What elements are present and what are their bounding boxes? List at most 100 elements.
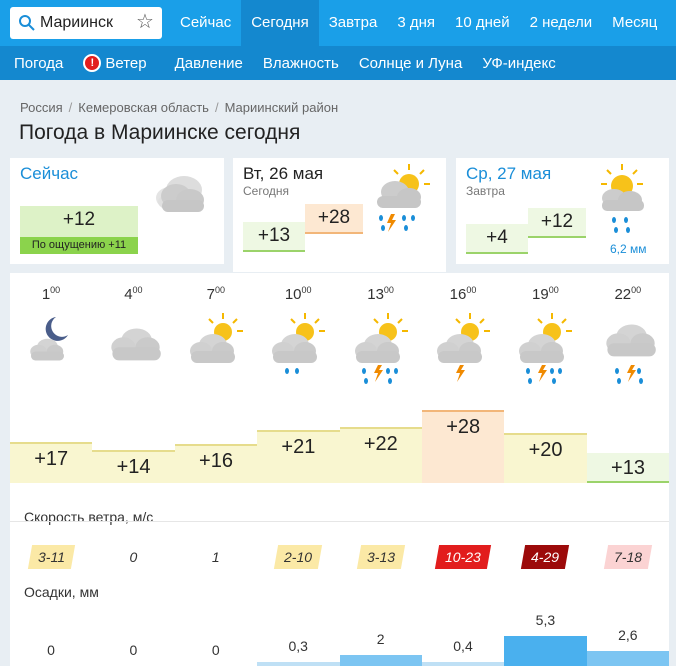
tab-2-weeks[interactable]: 2 недели xyxy=(520,0,603,46)
wind-value: 0 xyxy=(129,549,138,565)
today-high: +28 xyxy=(305,204,363,234)
hour-label: 2200 xyxy=(587,285,669,303)
hour-minutes: 00 xyxy=(50,285,61,295)
warning-icon: ! xyxy=(83,54,102,72)
precip-value: 0 xyxy=(211,642,220,658)
sun-cloud-lightning-icon xyxy=(437,313,490,382)
now-temp: +12 xyxy=(62,209,96,230)
hour-temp: +13 xyxy=(586,453,670,483)
subnav-sun-moon[interactable]: Солнце и Луна xyxy=(359,55,463,72)
subnav-wind[interactable]: ! Ветер xyxy=(83,54,147,72)
wind-badge: 3-13 xyxy=(356,545,405,569)
top-bar: ☆ Сейчас Сегодня Завтра 3 дня 10 дней 2 … xyxy=(0,0,676,46)
precip-bar xyxy=(422,662,505,666)
sun-cloud-storm-icon xyxy=(354,313,408,384)
hour-value: 13 xyxy=(367,286,384,303)
hour-value: 4 xyxy=(124,286,133,303)
hour-minutes: 00 xyxy=(214,285,225,295)
wind-badge: 10-23 xyxy=(434,545,492,569)
precip-bar xyxy=(257,662,340,666)
precip-value: 2 xyxy=(376,630,385,647)
wind-badge: 4-29 xyxy=(521,545,570,569)
hour-label: 1000 xyxy=(257,285,339,303)
hour-temp: +14 xyxy=(92,450,175,483)
hour-value: 10 xyxy=(284,286,302,303)
hour-label: 700 xyxy=(175,285,257,303)
page-title: Погода в Мариинске сегодня xyxy=(19,121,301,144)
hour-temp: +21 xyxy=(257,430,340,483)
sub-navigation: Погода ! Ветер Давление Влажность Солнце … xyxy=(0,46,676,80)
tab-month[interactable]: Месяц xyxy=(602,0,667,46)
hour-label: 100 xyxy=(10,285,92,303)
breadcrumb-region[interactable]: Кемеровская область xyxy=(78,100,209,115)
cloud-storm-icon xyxy=(606,324,656,384)
feels-like: По ощущению +11 xyxy=(20,237,138,254)
subnav-weather[interactable]: Погода xyxy=(14,55,63,72)
subnav-weather-label: Погода xyxy=(14,54,64,72)
precip-label: Осадки, мм xyxy=(24,584,99,600)
wind-speed: 3-13 xyxy=(340,545,422,569)
precip-bar xyxy=(504,636,587,666)
hour-minutes: 00 xyxy=(548,285,559,295)
hour-value: 16 xyxy=(449,286,467,303)
hour-label: 1900 xyxy=(504,285,586,303)
hour-temp: +16 xyxy=(174,444,258,483)
wind-badge: 3-11 xyxy=(27,545,75,569)
now-card[interactable]: Сейчас +12 По ощущению +11 xyxy=(10,158,224,264)
precip-bar xyxy=(339,654,422,666)
tomorrow-card[interactable]: Ср, 27 мая Завтра +4 +12 6,2 мм xyxy=(456,158,669,264)
breadcrumb-country[interactable]: Россия xyxy=(20,100,63,115)
wind-speed: 3-11 xyxy=(10,545,92,569)
today-card[interactable]: Вт, 26 мая Сегодня +13 +28 xyxy=(233,158,446,272)
search-input[interactable] xyxy=(40,11,130,35)
breadcrumb-district[interactable]: Мариинский район xyxy=(225,100,339,115)
hour-minutes: 00 xyxy=(301,285,312,295)
sun-cloud-icon xyxy=(189,313,243,363)
hour-value: 19 xyxy=(532,286,549,303)
tomorrow-precip: 6,2 мм xyxy=(610,242,647,256)
wind-value: 1 xyxy=(211,549,220,565)
hour-label: 1300 xyxy=(340,285,422,303)
wind-speed: 2-10 xyxy=(257,545,339,569)
sun-cloud-rain-icon xyxy=(601,164,644,233)
tomorrow-title: Ср, 27 мая xyxy=(466,164,552,183)
tab-today[interactable]: Сегодня xyxy=(241,0,319,46)
hour-minutes: 00 xyxy=(631,285,642,295)
favorite-star-icon[interactable]: ☆ xyxy=(134,11,156,33)
hour-temp: +17 xyxy=(10,441,93,483)
tab-tomorrow[interactable]: Завтра xyxy=(319,0,388,46)
hour-value: 1 xyxy=(41,286,51,303)
now-title: Сейчас xyxy=(20,164,79,183)
sun-cloud-storm-icon xyxy=(519,313,573,384)
search-box[interactable]: ☆ xyxy=(10,7,162,39)
hour-temp: +28 xyxy=(422,410,505,483)
search-icon xyxy=(19,15,35,31)
tab-now[interactable]: Сейчас xyxy=(170,0,241,46)
hour-temp: +20 xyxy=(504,432,587,483)
cloud-icon xyxy=(156,176,204,212)
breadcrumb: Россия / Кемеровская область / Мариинский ра… xyxy=(20,100,339,115)
subnav-humidity-label: Влажность xyxy=(262,54,339,72)
precip-value: 0 xyxy=(47,642,55,658)
tab-3-days[interactable]: 3 дня xyxy=(387,0,445,46)
tomorrow-low: +4 xyxy=(466,224,528,254)
period-tabs: Сейчас Сегодня Завтра 3 дня 10 дней 2 не… xyxy=(170,0,667,46)
subnav-humidity[interactable]: Влажность xyxy=(263,55,339,72)
subnav-pressure-label: Давление xyxy=(174,54,243,72)
wind-label: Скорость ветра, м/с xyxy=(24,509,154,525)
hour-temp: +22 xyxy=(339,427,422,483)
subnav-pressure[interactable]: Давление xyxy=(175,55,243,72)
hour-value: 22 xyxy=(614,286,632,303)
tomorrow-high: +12 xyxy=(528,208,586,238)
tab-10-days[interactable]: 10 дней xyxy=(445,0,520,46)
wind-speed: 0 xyxy=(92,545,174,569)
precip-value: 0,3 xyxy=(288,638,308,654)
today-sub: Сегодня xyxy=(243,184,289,198)
precip-bar xyxy=(586,651,670,666)
wind-badge: 7-18 xyxy=(603,545,652,569)
hour-minutes: 00 xyxy=(383,285,394,295)
cloud-icon xyxy=(111,328,162,361)
wind-badge: 2-10 xyxy=(274,545,323,569)
subnav-uv[interactable]: УФ-индекс xyxy=(482,55,555,72)
tomorrow-sub: Завтра xyxy=(466,184,505,198)
